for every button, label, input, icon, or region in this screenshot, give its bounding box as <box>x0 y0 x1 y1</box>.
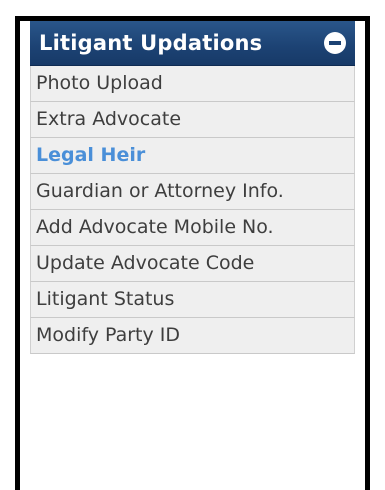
menu-item-legal-heir[interactable]: Legal Heir <box>30 138 355 174</box>
menu-list: Photo Upload Extra Advocate Legal Heir G… <box>30 66 355 490</box>
menu-item-modify-party-id[interactable]: Modify Party ID <box>30 318 355 354</box>
minus-circle-icon[interactable] <box>324 32 346 54</box>
menu-item-photo-upload[interactable]: Photo Upload <box>30 66 355 102</box>
panel-header[interactable]: Litigant Updations <box>30 21 355 66</box>
litigant-updations-panel: Litigant Updations Photo Upload Extra Ad… <box>15 16 370 490</box>
panel-title: Litigant Updations <box>39 31 263 55</box>
menu-item-extra-advocate[interactable]: Extra Advocate <box>30 102 355 138</box>
panel-inner: Litigant Updations Photo Upload Extra Ad… <box>30 21 355 490</box>
menu-item-litigant-status[interactable]: Litigant Status <box>30 282 355 318</box>
menu-item-add-advocate-mobile[interactable]: Add Advocate Mobile No. <box>30 210 355 246</box>
menu-item-update-advocate-code[interactable]: Update Advocate Code <box>30 246 355 282</box>
menu-item-guardian-attorney-info[interactable]: Guardian or Attorney Info. <box>30 174 355 210</box>
